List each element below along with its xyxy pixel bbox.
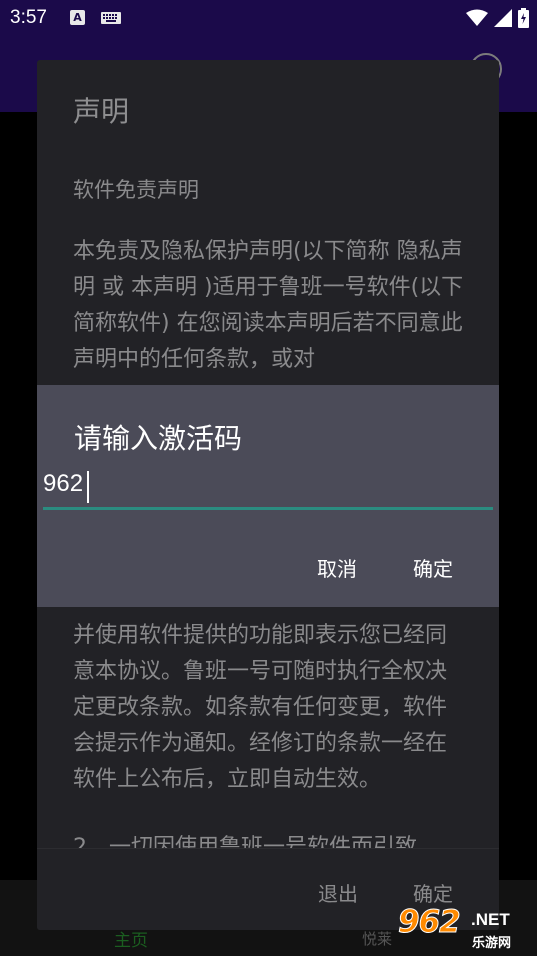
keyboard-icon bbox=[101, 12, 121, 24]
watermark-domain: .NET bbox=[471, 910, 510, 929]
cancel-button[interactable]: 取消 bbox=[317, 553, 357, 582]
battery-icon bbox=[518, 8, 529, 28]
activation-code-input[interactable] bbox=[43, 465, 493, 510]
status-time: 3:57 bbox=[10, 7, 47, 28]
dialog-title: 声明 bbox=[73, 95, 130, 128]
exit-button[interactable]: 退出 bbox=[318, 878, 358, 907]
wifi-icon bbox=[466, 9, 488, 26]
text-cursor bbox=[87, 471, 89, 503]
status-bar: 3:57 A bbox=[0, 0, 537, 36]
disclaimer-confirm-button[interactable]: 确定 bbox=[413, 878, 453, 907]
status-icons bbox=[466, 6, 529, 30]
disclaimer-paragraph-middle: 并使用软件提供的功能即表示您已经同意本协议。鲁班一号可随时执行全权决定更改条款。… bbox=[73, 623, 448, 792]
signal-icon bbox=[494, 9, 512, 27]
dialog-subtitle: 软件免责声明 bbox=[73, 178, 199, 202]
confirm-button[interactable]: 确定 bbox=[413, 553, 453, 582]
notification-a-icon: A bbox=[70, 10, 85, 25]
watermark-logo: 962 .NET 乐游网 bbox=[398, 904, 532, 952]
watermark-site-name: 乐游网 bbox=[472, 936, 512, 951]
watermark-number: 962 bbox=[398, 904, 462, 941]
nav-item-other[interactable]: 悦莱 bbox=[362, 928, 392, 949]
activation-dialog: 请输入激活码 取消 确定 bbox=[37, 385, 499, 607]
disclaimer-paragraph-top: 本免责及隐私保护声明(以下简称 隐私声明 或 本声明 )适用于鲁班一号软件(以下… bbox=[73, 239, 464, 372]
activation-dialog-title: 请输入激活码 bbox=[74, 422, 243, 455]
